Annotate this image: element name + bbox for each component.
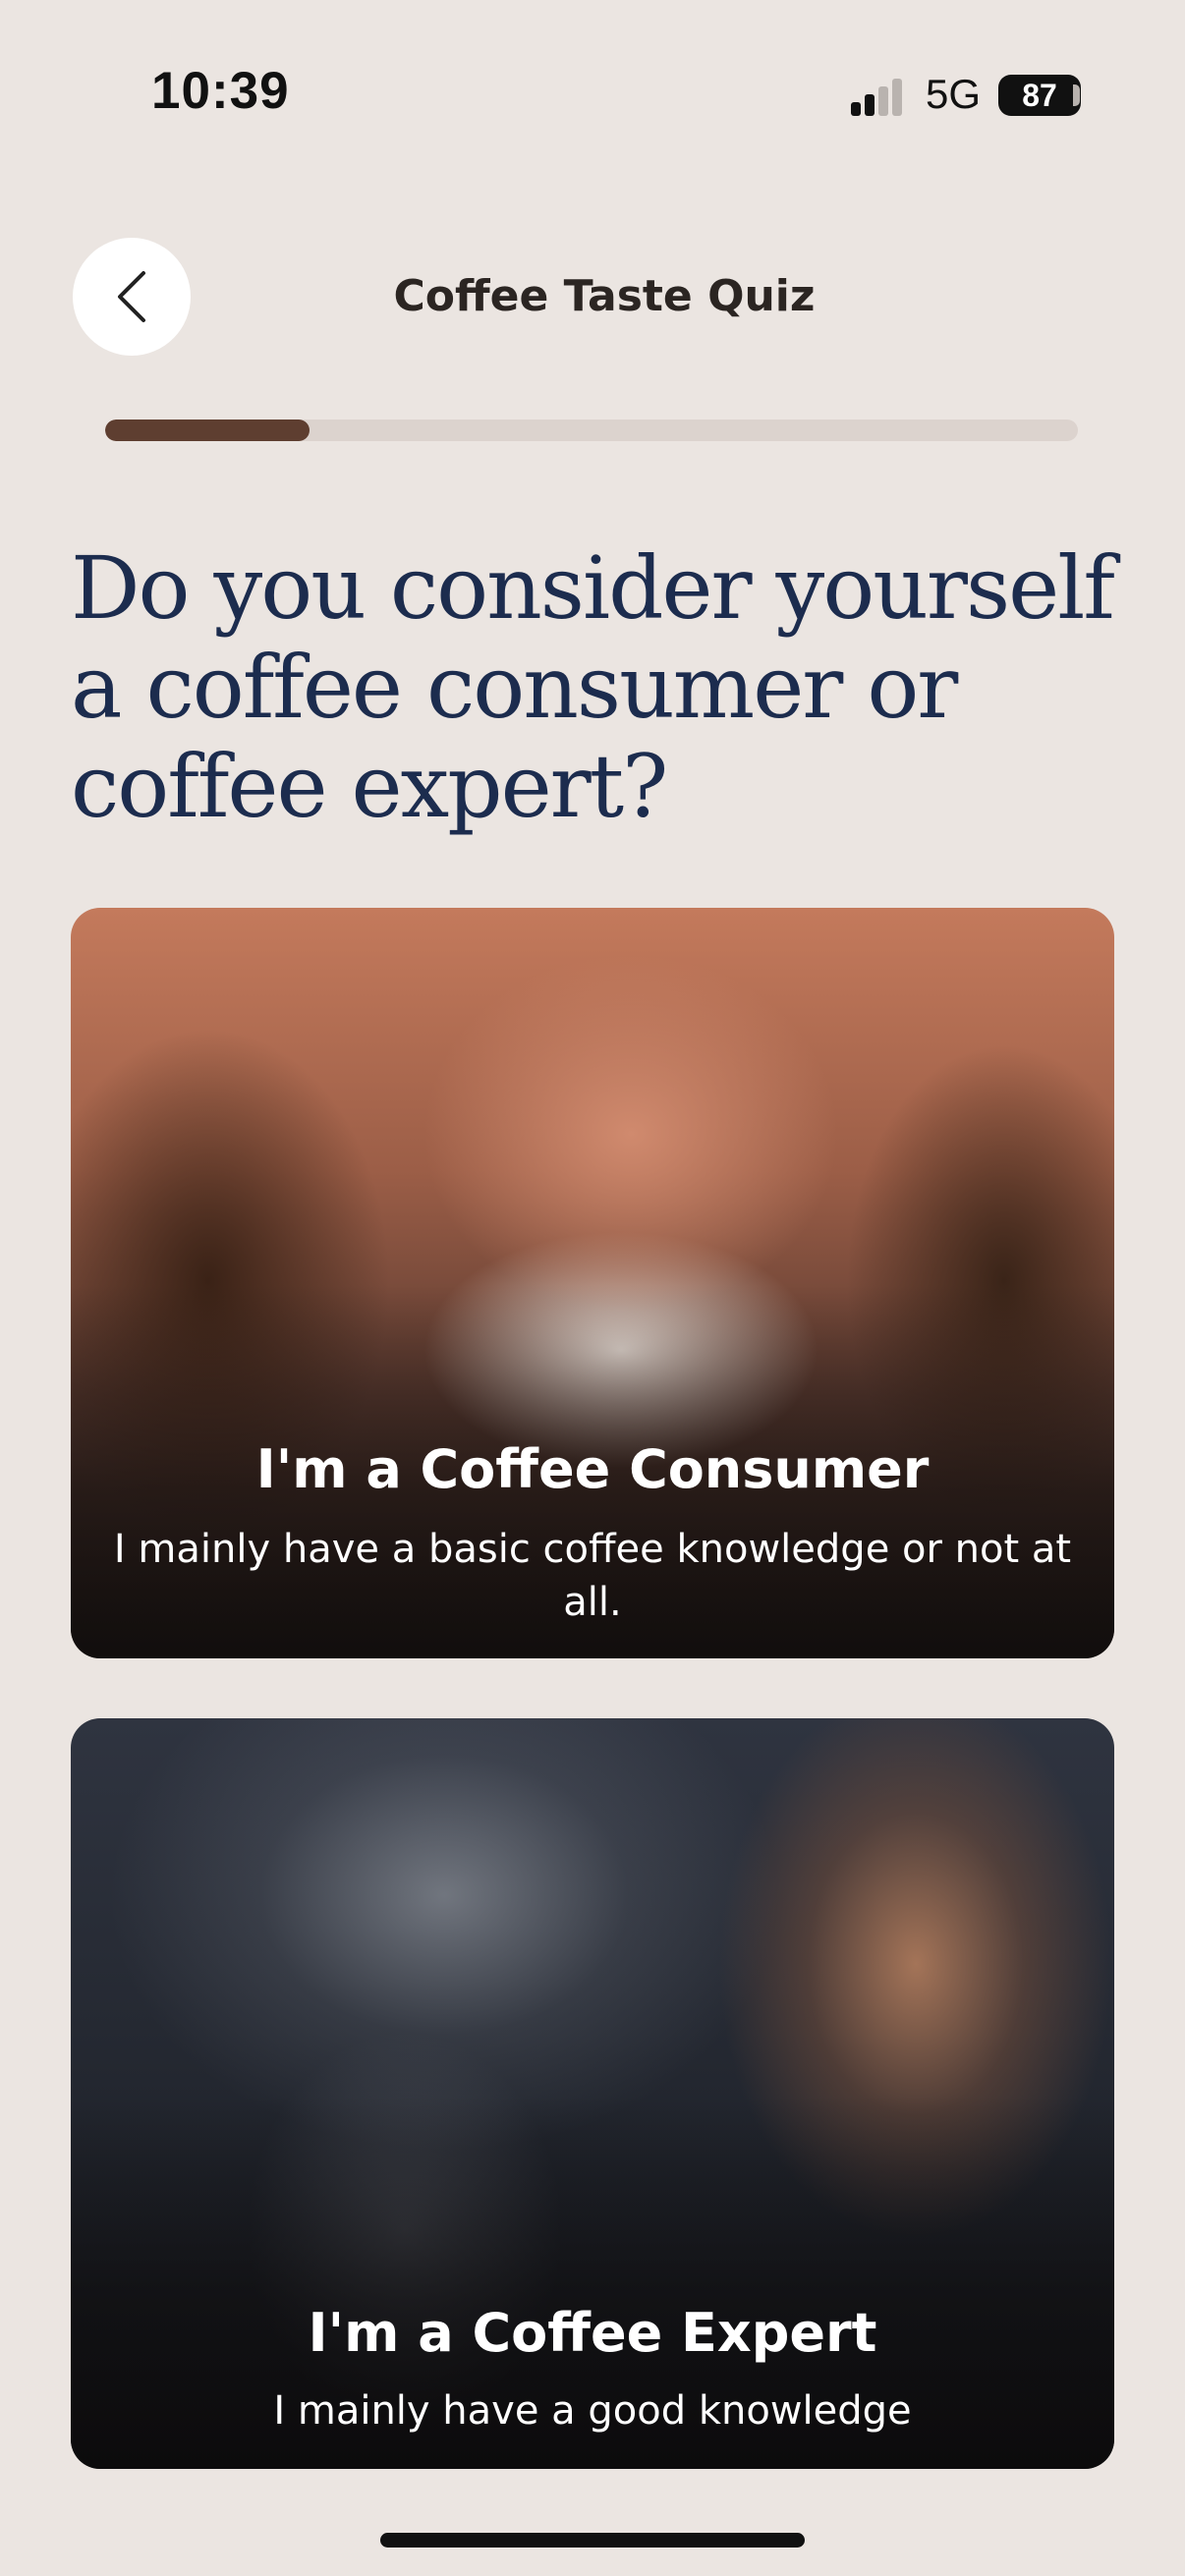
chevron-left-icon: [118, 271, 145, 322]
option-title: I'm a Coffee Expert: [308, 2302, 877, 2364]
quiz-progress-bar: [105, 420, 1078, 441]
network-label: 5G: [926, 71, 982, 117]
home-indicator[interactable]: [380, 2533, 805, 2548]
option-title: I'm a Coffee Consumer: [255, 1438, 930, 1500]
option-card-expert[interactable]: I'm a Coffee Expert I mainly have a good…: [71, 1718, 1114, 2469]
status-time: 10:39: [151, 62, 290, 120]
cellular-signal-icon: [851, 79, 902, 116]
back-button[interactable]: [73, 238, 191, 356]
option-card-consumer[interactable]: I'm a Coffee Consumer I mainly have a ba…: [71, 908, 1114, 1658]
page-title: Coffee Taste Quiz: [393, 271, 816, 321]
quiz-progress-fill: [105, 420, 310, 441]
question-heading: Do you consider yourself a coffee consum…: [71, 537, 1115, 837]
option-description: I mainly have a basic coffee knowledge o…: [113, 1527, 1072, 1625]
option-description: I mainly have a good knowledge: [273, 2388, 912, 2434]
battery-icon: 87: [998, 75, 1081, 116]
battery-tip: [1073, 84, 1080, 106]
